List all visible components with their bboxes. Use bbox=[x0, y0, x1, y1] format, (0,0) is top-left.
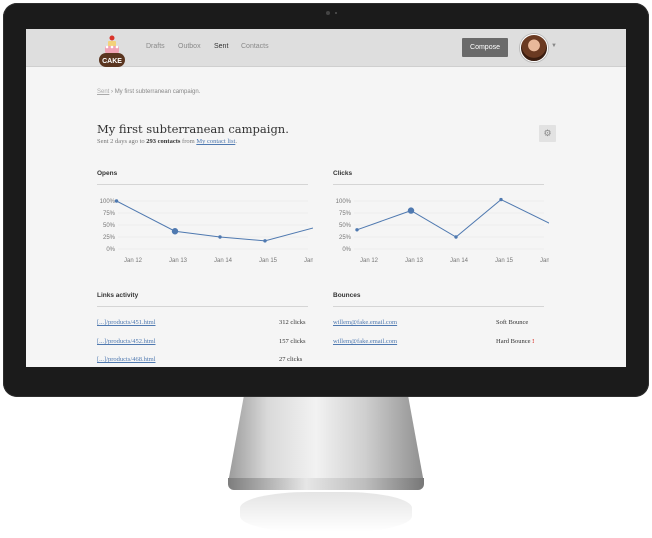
data-point bbox=[263, 239, 267, 243]
y-tick-label: 0% bbox=[106, 247, 115, 253]
nav-sent[interactable]: Sent bbox=[214, 43, 228, 50]
y-tick-label: 50% bbox=[339, 223, 352, 229]
bounce-type-label: Hard Bounce bbox=[496, 338, 531, 345]
link-clicks-3: 27 clicks bbox=[279, 356, 303, 363]
x-tick-label: Jan 13 bbox=[169, 258, 188, 264]
from-text: from bbox=[182, 138, 195, 145]
y-tick-label: 50% bbox=[103, 223, 116, 229]
page-title: My first subterranean campaign. bbox=[97, 122, 289, 136]
links-divider bbox=[97, 306, 308, 307]
x-tick-label: Jan 12 bbox=[360, 258, 379, 264]
logo-text: CAKE bbox=[102, 58, 122, 65]
data-point bbox=[218, 235, 222, 239]
opens-divider bbox=[97, 184, 308, 185]
avatar[interactable] bbox=[520, 34, 548, 62]
sent-info: Sent 2 days ago to bbox=[97, 138, 145, 145]
y-tick-label: 25% bbox=[103, 235, 116, 241]
nav-contacts[interactable]: Contacts bbox=[241, 43, 269, 50]
settings-button[interactable]: ⚙ bbox=[539, 125, 556, 142]
nav-outbox[interactable]: Outbox bbox=[178, 43, 201, 50]
camera-light-icon bbox=[335, 12, 337, 14]
y-tick-label: 75% bbox=[103, 211, 116, 217]
bounces-title: Bounces bbox=[333, 292, 361, 299]
y-tick-label: 25% bbox=[339, 235, 352, 241]
bounce-email-2[interactable]: willem@fake.email.com bbox=[333, 338, 397, 345]
breadcrumb-sent-link[interactable]: Sent bbox=[97, 89, 109, 95]
breadcrumb: Sent › My first subterranean campaign. bbox=[97, 89, 200, 95]
links-title: Links activity bbox=[97, 292, 139, 299]
bounces-divider bbox=[333, 306, 544, 307]
gear-icon: ⚙ bbox=[543, 128, 552, 138]
hard-bounce-alert-icon: ! bbox=[532, 338, 535, 345]
nav-drafts[interactable]: Drafts bbox=[146, 43, 165, 50]
x-tick-label: Jan 16 bbox=[304, 258, 313, 264]
data-point bbox=[454, 235, 458, 239]
x-tick-label: Jan 14 bbox=[214, 258, 233, 264]
bounce-type-1: Soft Bounce bbox=[496, 319, 528, 326]
opens-title: Opens bbox=[97, 170, 118, 177]
opens-chart: 100% 75% 50% 25% 0% Jan 12 Jan 13 Jan 14 Jan 15 J… bbox=[100, 199, 313, 264]
y-tick-label: 100% bbox=[100, 199, 116, 205]
x-tick-label: Jan 16 bbox=[540, 258, 549, 264]
stand-reflection bbox=[240, 492, 412, 532]
link-url-2[interactable]: [...]/products/452.html bbox=[97, 338, 156, 345]
link-url-1[interactable]: [...]/products/451.html bbox=[97, 319, 156, 326]
camera-icon bbox=[326, 11, 330, 15]
chevron-down-icon[interactable]: ▼ bbox=[551, 43, 557, 49]
link-clicks-1: 312 clicks bbox=[279, 319, 306, 326]
x-tick-label: Jan 15 bbox=[495, 258, 514, 264]
x-tick-label: Jan 14 bbox=[450, 258, 469, 264]
bounce-type-label: Soft Bounce bbox=[496, 319, 529, 326]
y-tick-label: 100% bbox=[336, 199, 352, 205]
x-tick-label: Jan 15 bbox=[259, 258, 278, 264]
data-point bbox=[355, 228, 359, 232]
breadcrumb-separator: › bbox=[111, 89, 114, 95]
cake-logo-icon[interactable]: CAKE bbox=[98, 35, 126, 69]
clicks-divider bbox=[333, 184, 544, 185]
clicks-chart: 100% 75% 50% 25% 0% Jan 12 Jan 13 Jan 14 Jan 15 J… bbox=[336, 197, 549, 264]
top-bar: CAKE Drafts Outbox Sent Contacts Compose… bbox=[26, 29, 626, 67]
data-point bbox=[499, 197, 503, 202]
bounce-type-2: Hard Bounce ! bbox=[496, 338, 534, 345]
data-point bbox=[114, 199, 119, 203]
contact-count: 293 contacts bbox=[146, 138, 181, 145]
series-line bbox=[116, 200, 313, 242]
period: . bbox=[235, 138, 237, 145]
link-clicks-2: 157 clicks bbox=[279, 338, 306, 345]
breadcrumb-current: My first subterranean campaign. bbox=[114, 89, 201, 95]
data-point bbox=[171, 228, 179, 235]
y-tick-label: 0% bbox=[342, 247, 351, 253]
link-url-3[interactable]: [...]/products/468.html bbox=[97, 356, 156, 363]
app-screen: CAKE Drafts Outbox Sent Contacts Compose… bbox=[26, 29, 626, 367]
clicks-title: Clicks bbox=[333, 170, 353, 177]
compose-button[interactable]: Compose bbox=[462, 38, 508, 57]
data-point bbox=[407, 207, 415, 214]
x-tick-label: Jan 12 bbox=[124, 258, 143, 264]
x-tick-label: Jan 13 bbox=[405, 258, 424, 264]
series-line bbox=[356, 198, 549, 238]
monitor-foot bbox=[228, 478, 424, 490]
contact-list-link[interactable]: My contact list bbox=[196, 138, 235, 145]
campaign-subtitle: Sent 2 days ago to 293 contacts from My … bbox=[97, 138, 237, 145]
y-tick-label: 75% bbox=[339, 211, 352, 217]
monitor-stand bbox=[228, 397, 424, 483]
bounce-email-1[interactable]: willem@fake.email.com bbox=[333, 319, 397, 326]
